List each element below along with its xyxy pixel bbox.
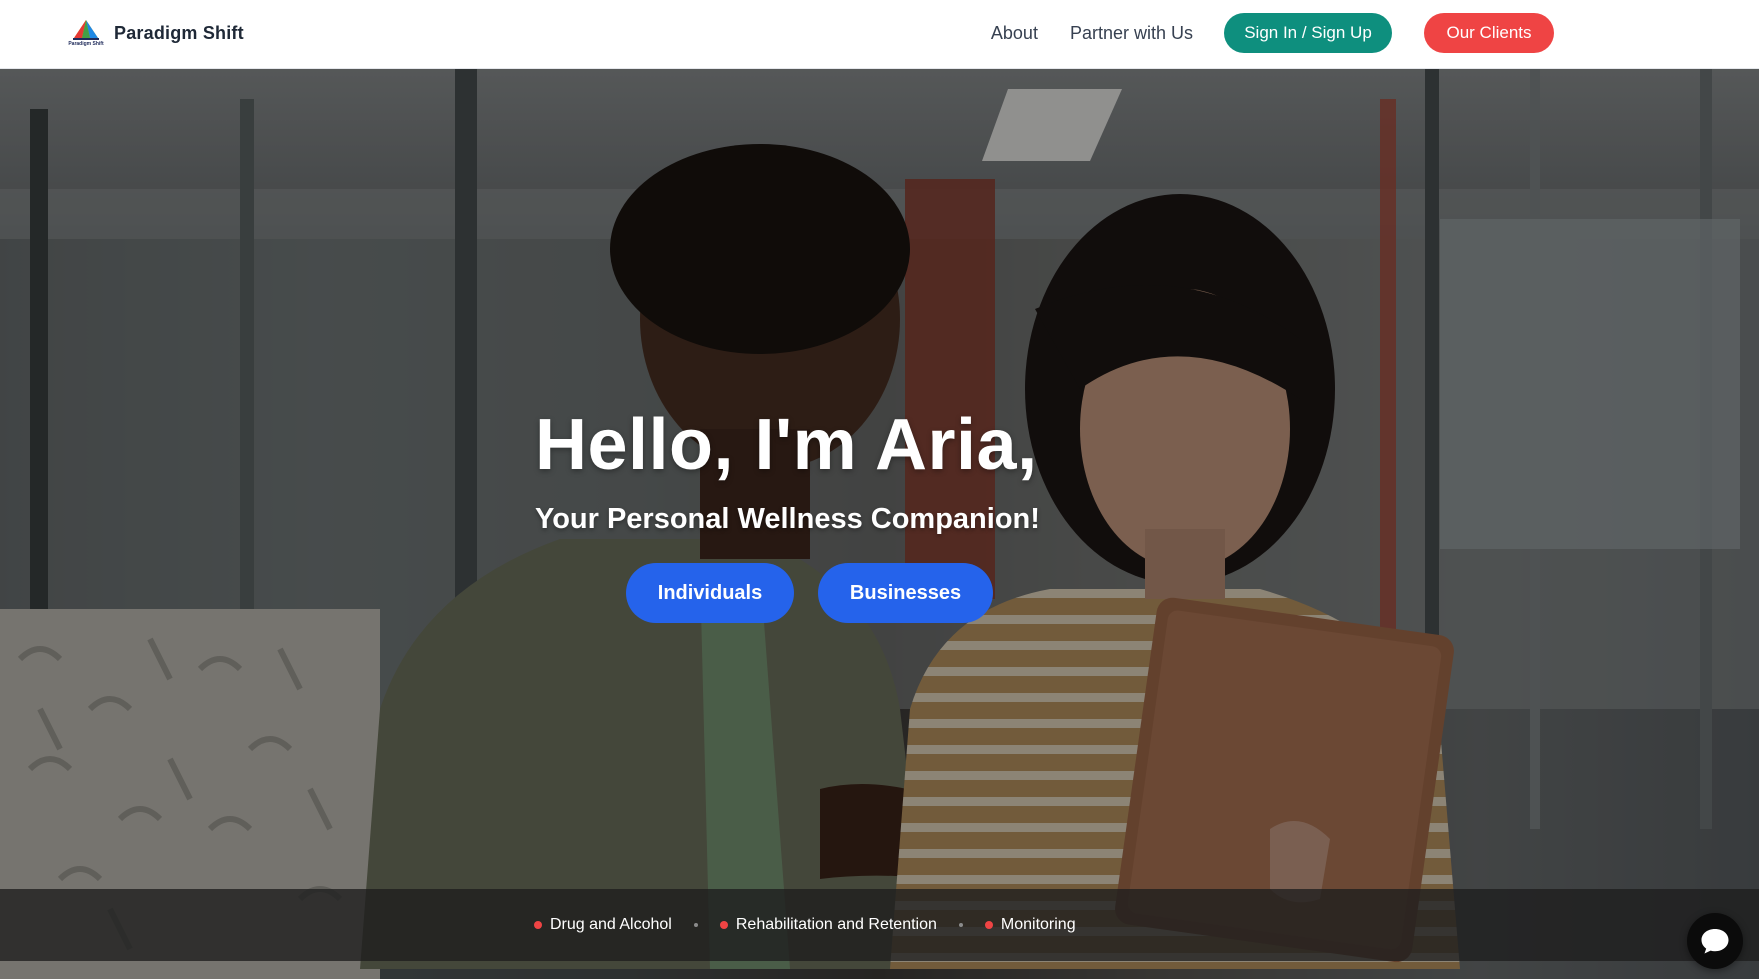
logo-caption: Paradigm Shift <box>68 41 104 47</box>
nav-partner-link[interactable]: Partner with Us <box>1070 23 1193 44</box>
service-label: Monitoring <box>1000 916 1076 933</box>
paradigm-shift-logo: Paradigm Shift <box>66 14 106 52</box>
service-item-rehabilitation[interactable]: Rehabilitation and Retention <box>719 916 937 934</box>
nav-about-link[interactable]: About <box>991 23 1038 44</box>
bullet-dot-icon <box>719 921 728 929</box>
businesses-button[interactable]: Businesses <box>818 563 993 623</box>
hero-subtitle: Your Personal Wellness Companion! <box>535 503 1040 535</box>
hero-content: Hello, I'm Aria, Your Personal Wellness … <box>0 69 1759 979</box>
service-item-drug-alcohol[interactable]: Drug and Alcohol <box>534 916 672 934</box>
bullet-dot-icon <box>534 921 542 929</box>
hero-section: Hello, I'm Aria, Your Personal Wellness … <box>0 69 1759 979</box>
site-header: Paradigm Shift Paradigm Shift About Part… <box>0 0 1759 69</box>
service-label: Drug and Alcohol <box>550 916 672 933</box>
chat-bubble-icon <box>1701 929 1729 954</box>
main-nav: About Partner with Us Sign In / Sign Up … <box>991 13 1554 53</box>
service-item-monitoring[interactable]: Monitoring <box>984 916 1076 934</box>
service-label: Rehabilitation and Retention <box>735 916 937 933</box>
separator-dot-icon <box>958 923 963 927</box>
brand-link[interactable]: Paradigm Shift Paradigm Shift <box>66 14 244 52</box>
sign-in-sign-up-button[interactable]: Sign In / Sign Up <box>1224 13 1392 53</box>
brand-name: Paradigm Shift <box>114 22 244 43</box>
services-band: Drug and Alcohol Rehabilitation and Rete… <box>0 889 1759 961</box>
bullet-dot-icon <box>984 921 993 929</box>
chat-button[interactable] <box>1687 913 1743 969</box>
individuals-button[interactable]: Individuals <box>626 563 794 623</box>
separator-dot-icon <box>693 923 698 927</box>
hero-title: Hello, I'm Aria, <box>535 405 1038 485</box>
our-clients-button[interactable]: Our Clients <box>1424 13 1554 53</box>
services-list: Drug and Alcohol Rehabilitation and Rete… <box>534 889 1076 961</box>
